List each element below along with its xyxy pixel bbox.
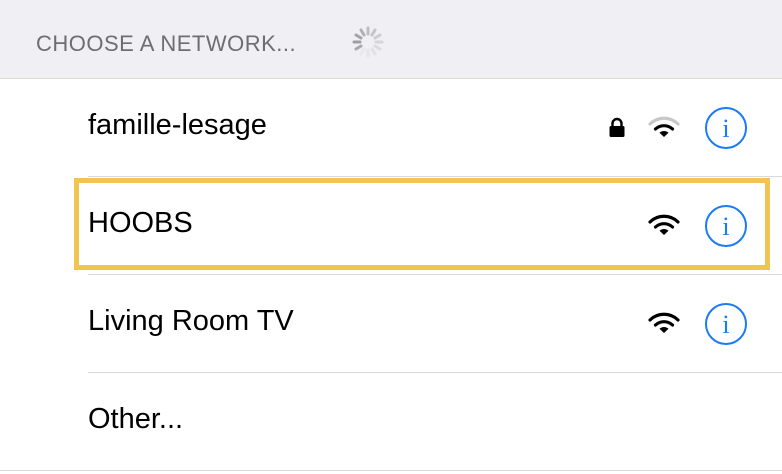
info-icon[interactable]: i (704, 302, 748, 346)
loading-spinner-icon (352, 26, 384, 58)
network-row-famille-lesage[interactable]: famille-lesage i (0, 79, 782, 177)
svg-text:i: i (722, 212, 729, 241)
wifi-settings-screen: CHOOSE A NETWORK... famille-lesage i HOO… (0, 0, 782, 474)
info-icon[interactable]: i (704, 106, 748, 150)
network-row-hoobs[interactable]: HOOBS i (0, 177, 782, 275)
other-network-label: Other... (88, 403, 184, 435)
network-list: famille-lesage i HOOBS i Living Room TV … (0, 78, 782, 474)
network-row-living-room-tv[interactable]: Living Room TV i (0, 275, 782, 373)
info-icon[interactable]: i (704, 204, 748, 248)
lock-icon (609, 117, 625, 137)
wifi-signal-icon (648, 312, 680, 333)
svg-text:i: i (722, 114, 729, 143)
wifi-signal-icon (648, 116, 680, 137)
section-header: CHOOSE A NETWORK... (0, 0, 782, 78)
network-name: Living Room TV (88, 305, 294, 337)
wifi-signal-icon (648, 214, 680, 235)
row-separator (0, 470, 782, 471)
network-name: famille-lesage (88, 109, 267, 141)
network-name: HOOBS (88, 207, 193, 239)
other-network-row[interactable]: Other... (0, 373, 782, 471)
section-title: CHOOSE A NETWORK... (36, 31, 297, 56)
svg-text:i: i (722, 310, 729, 339)
